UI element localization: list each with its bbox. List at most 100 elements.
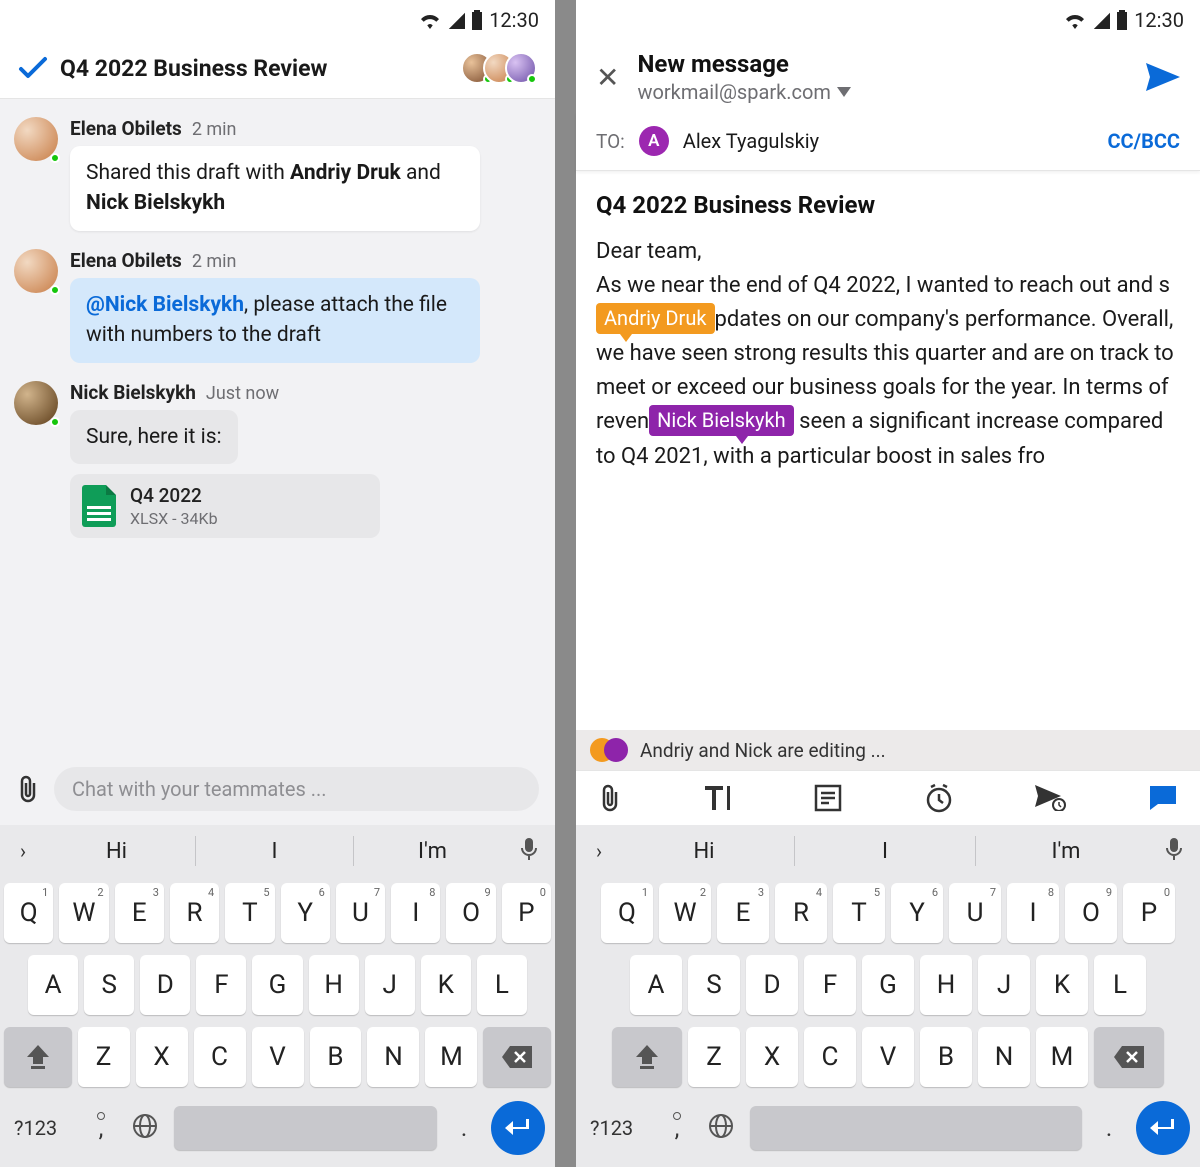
- to-field[interactable]: TO: A Alex Tyagulskiy CC/BCC: [576, 112, 1200, 171]
- key[interactable]: H: [309, 955, 359, 1015]
- suggestion[interactable]: Hi: [38, 839, 195, 864]
- key[interactable]: 2W: [659, 883, 711, 943]
- key[interactable]: 3E: [115, 883, 164, 943]
- key[interactable]: B: [920, 1027, 972, 1087]
- participants-avatars[interactable]: [471, 52, 537, 84]
- key[interactable]: S: [688, 955, 740, 1015]
- key[interactable]: 7U: [949, 883, 1001, 943]
- period-key[interactable]: .: [449, 1114, 479, 1142]
- from-dropdown[interactable]: workmail@spark.com: [637, 80, 1128, 104]
- enter-key[interactable]: [1136, 1101, 1190, 1155]
- key[interactable]: M: [1036, 1027, 1088, 1087]
- key[interactable]: V: [252, 1027, 304, 1087]
- mic-icon[interactable]: [1156, 837, 1192, 865]
- numeric-toggle[interactable]: ?123: [590, 1116, 650, 1140]
- enter-key[interactable]: [491, 1101, 545, 1155]
- key[interactable]: V: [862, 1027, 914, 1087]
- key[interactable]: S: [84, 955, 134, 1015]
- key[interactable]: A: [630, 955, 682, 1015]
- key[interactable]: C: [194, 1027, 246, 1087]
- text-format-icon[interactable]: [703, 784, 733, 812]
- comma-key[interactable]: ,: [86, 1114, 116, 1142]
- key[interactable]: G: [252, 955, 302, 1015]
- key[interactable]: 6Y: [281, 883, 330, 943]
- key[interactable]: 2W: [59, 883, 108, 943]
- send-later-icon[interactable]: [1035, 785, 1067, 811]
- file-attachment[interactable]: Q4 2022 XLSX - 34Kb: [70, 474, 380, 538]
- key[interactable]: M: [425, 1027, 477, 1087]
- expand-icon[interactable]: ›: [8, 839, 38, 863]
- template-icon[interactable]: [814, 784, 842, 812]
- key[interactable]: Z: [78, 1027, 130, 1087]
- key[interactable]: 4R: [775, 883, 827, 943]
- key[interactable]: J: [365, 955, 415, 1015]
- attach-icon[interactable]: [16, 774, 40, 804]
- key[interactable]: F: [196, 955, 246, 1015]
- key[interactable]: F: [804, 955, 856, 1015]
- attach-icon[interactable]: [598, 783, 622, 813]
- comma-key[interactable]: ,: [662, 1114, 692, 1142]
- key[interactable]: 6Y: [891, 883, 943, 943]
- key[interactable]: L: [1094, 955, 1146, 1015]
- key[interactable]: 7U: [336, 883, 385, 943]
- key[interactable]: X: [136, 1027, 188, 1087]
- key[interactable]: 4R: [170, 883, 219, 943]
- chat-input[interactable]: Chat with your teammates ...: [54, 767, 539, 811]
- key[interactable]: X: [746, 1027, 798, 1087]
- key[interactable]: 3E: [717, 883, 769, 943]
- close-icon[interactable]: ✕: [596, 61, 619, 94]
- backspace-key[interactable]: [1094, 1027, 1164, 1087]
- key[interactable]: 0P: [502, 883, 551, 943]
- comments-icon[interactable]: [1148, 784, 1178, 812]
- key[interactable]: J: [978, 955, 1030, 1015]
- key[interactable]: D: [140, 955, 190, 1015]
- key[interactable]: C: [804, 1027, 856, 1087]
- key[interactable]: 1Q: [601, 883, 653, 943]
- key[interactable]: Z: [688, 1027, 740, 1087]
- space-key[interactable]: [174, 1106, 437, 1150]
- key[interactable]: G: [862, 955, 914, 1015]
- avatar[interactable]: [14, 117, 58, 161]
- suggestion[interactable]: I'm: [354, 839, 511, 864]
- key[interactable]: 8I: [1007, 883, 1059, 943]
- email-subject[interactable]: Q4 2022 Business Review: [596, 191, 1180, 219]
- expand-icon[interactable]: ›: [584, 839, 614, 863]
- key[interactable]: A: [28, 955, 78, 1015]
- compose-body[interactable]: Q4 2022 Business Review Dear team, As we…: [576, 171, 1200, 730]
- key[interactable]: N: [978, 1027, 1030, 1087]
- suggestion[interactable]: I'm: [976, 839, 1156, 864]
- schedule-icon[interactable]: [924, 783, 954, 813]
- key[interactable]: N: [367, 1027, 419, 1087]
- backspace-key[interactable]: [483, 1027, 551, 1087]
- suggestion[interactable]: I: [196, 839, 353, 864]
- key[interactable]: 1Q: [4, 883, 53, 943]
- key[interactable]: 9O: [446, 883, 495, 943]
- period-key[interactable]: .: [1094, 1114, 1124, 1142]
- key[interactable]: K: [1036, 955, 1088, 1015]
- space-key[interactable]: [750, 1106, 1082, 1150]
- shift-key[interactable]: [612, 1027, 682, 1087]
- globe-icon[interactable]: [704, 1113, 738, 1143]
- avatar[interactable]: [14, 381, 58, 425]
- numeric-toggle[interactable]: ?123: [14, 1116, 74, 1140]
- key[interactable]: L: [477, 955, 527, 1015]
- email-body[interactable]: Dear team, As we near the end of Q4 2022…: [596, 235, 1180, 474]
- key[interactable]: B: [310, 1027, 362, 1087]
- checkmark-icon[interactable]: [18, 55, 48, 81]
- key[interactable]: 8I: [391, 883, 440, 943]
- mic-icon[interactable]: [511, 837, 547, 865]
- mention[interactable]: @Nick Bielskykh: [86, 293, 244, 317]
- suggestion[interactable]: Hi: [614, 839, 794, 864]
- key[interactable]: D: [746, 955, 798, 1015]
- avatar[interactable]: [14, 249, 58, 293]
- globe-icon[interactable]: [128, 1113, 162, 1143]
- key[interactable]: H: [920, 955, 972, 1015]
- key[interactable]: 9O: [1065, 883, 1117, 943]
- key[interactable]: 5T: [225, 883, 274, 943]
- key[interactable]: 0P: [1123, 883, 1175, 943]
- send-button[interactable]: [1146, 63, 1180, 91]
- key[interactable]: 5T: [833, 883, 885, 943]
- cc-bcc-button[interactable]: CC/BCC: [1107, 129, 1180, 153]
- shift-key[interactable]: [4, 1027, 72, 1087]
- key[interactable]: K: [421, 955, 471, 1015]
